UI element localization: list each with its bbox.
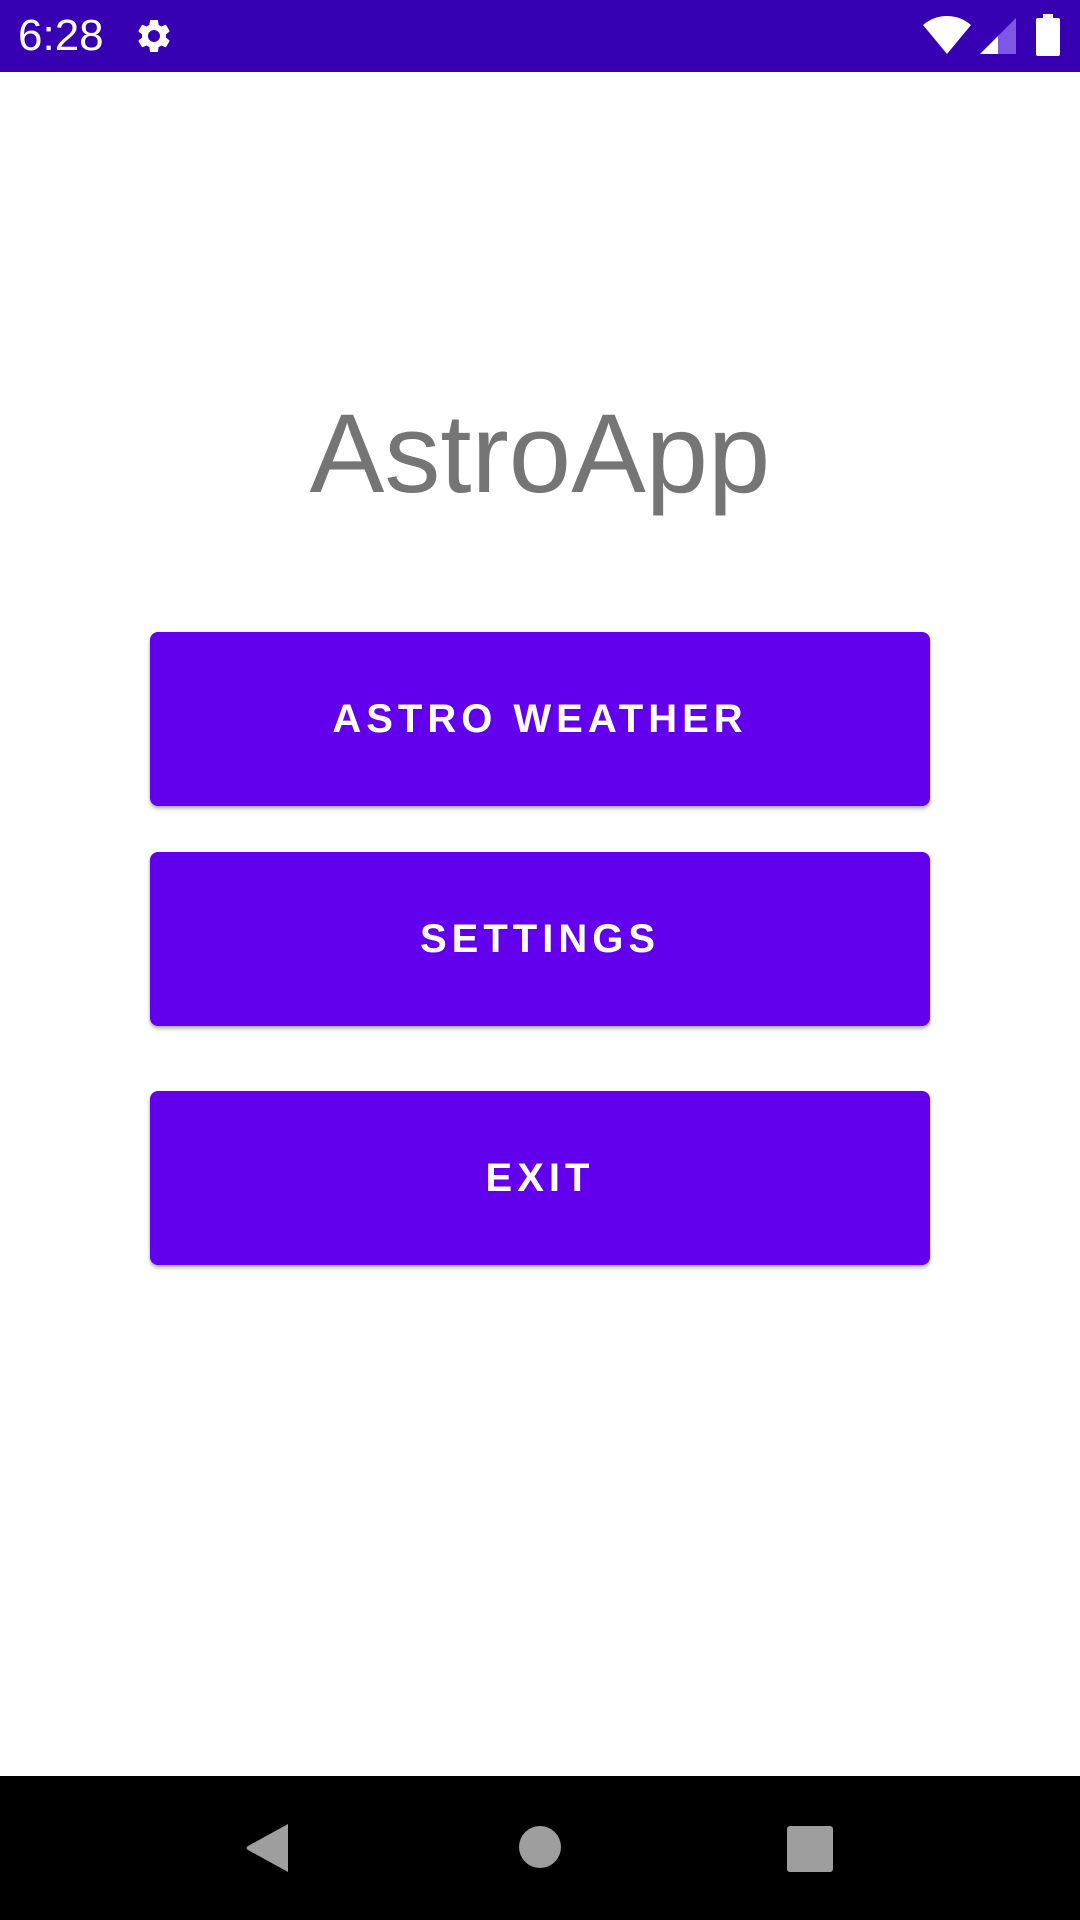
- status-time: 6:28: [18, 11, 104, 60]
- home-icon[interactable]: [519, 1826, 561, 1868]
- settings-button[interactable]: SETTINGS: [150, 852, 930, 1026]
- app-screen: 6:28 AstroApp ASTRO WEATHER SETTINGS EXI…: [0, 0, 1080, 1920]
- app-title: AstroApp: [309, 391, 771, 516]
- wifi-icon: [923, 16, 971, 54]
- battery-icon: [1036, 14, 1060, 56]
- astro-weather-button[interactable]: ASTRO WEATHER: [150, 632, 930, 806]
- status-bar: 6:28: [0, 0, 1080, 72]
- back-icon[interactable]: [244, 1822, 290, 1874]
- settings-icon: [138, 19, 170, 52]
- navigation-bar: [0, 1776, 1080, 1920]
- signal-icon: [980, 18, 1016, 54]
- recents-icon[interactable]: [787, 1826, 833, 1872]
- exit-button[interactable]: EXIT: [150, 1091, 930, 1265]
